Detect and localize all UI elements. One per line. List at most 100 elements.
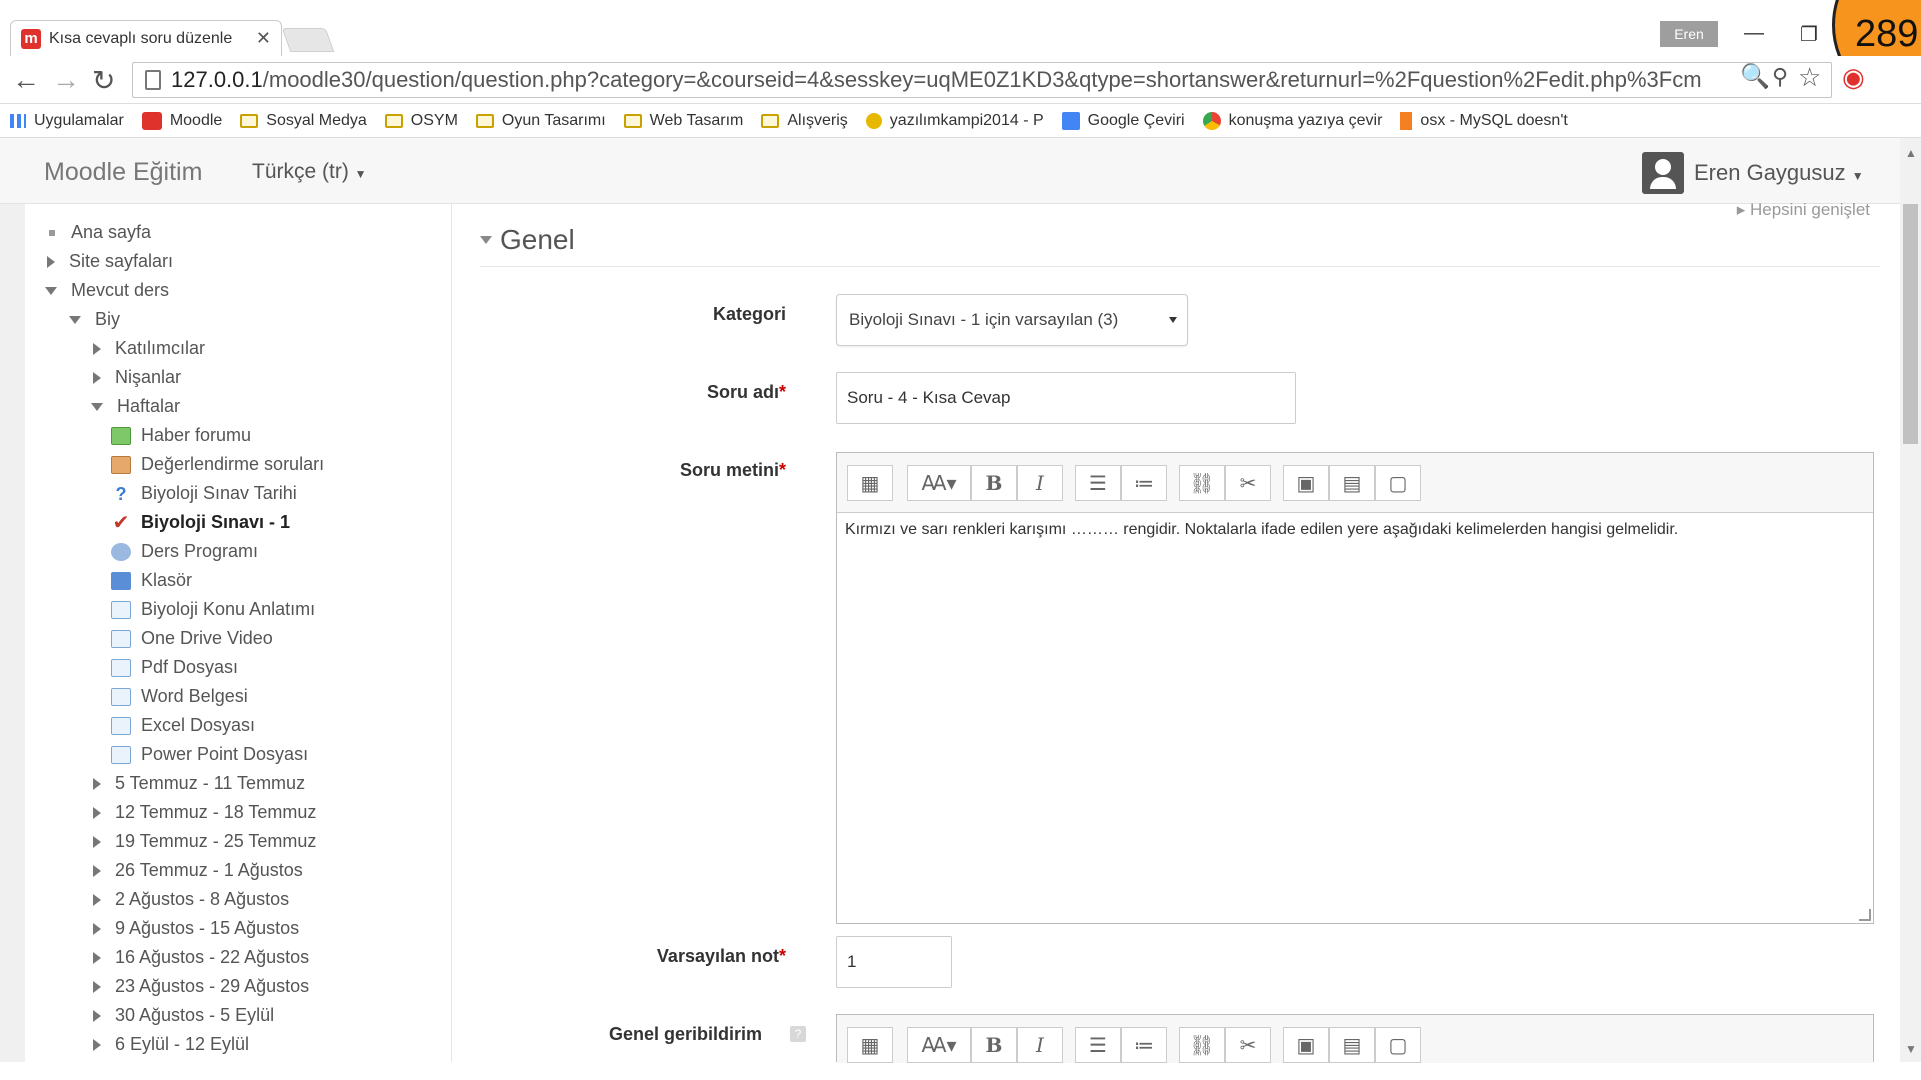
restore-icon[interactable]: ❐ — [1800, 22, 1818, 47]
language-menu[interactable]: Türkçe (tr) ▼ — [252, 160, 367, 184]
nav-week-section[interactable]: 30 Ağustos - 5 Eylül — [93, 1005, 274, 1026]
general-feedback-editor: ▦ Ꜳ▾ B I ☰ ≔ ⛓ ✂ ▣ ▤ ▢ — [836, 1014, 1874, 1063]
nav-activity[interactable]: Değerlendirme soruları — [111, 454, 324, 475]
nav-week-section[interactable]: 6 Eylül - 12 Eylül — [93, 1034, 249, 1055]
key-icon[interactable]: ⚲ — [1772, 64, 1788, 90]
question-name-input[interactable]: Soru - 4 - Kısa Cevap — [836, 372, 1296, 424]
nav-current-course[interactable]: Mevcut ders — [45, 280, 169, 301]
unordered-list-icon[interactable]: ☰ — [1075, 1027, 1121, 1063]
media-icon[interactable]: ▤ — [1329, 465, 1375, 501]
media-icon[interactable]: ▤ — [1329, 1027, 1375, 1063]
font-style-icon[interactable]: Ꜳ▾ — [907, 465, 971, 501]
opera-extension-icon[interactable]: ◉ — [1842, 62, 1865, 93]
scroll-down-icon[interactable]: ▼ — [1905, 1042, 1917, 1056]
forward-icon[interactable]: → — [52, 64, 80, 96]
category-select[interactable]: Biyoloji Sınavı - 1 için varsayılan (3) — [836, 294, 1188, 346]
image-icon[interactable]: ▣ — [1283, 1027, 1329, 1063]
minimize-icon[interactable]: — — [1744, 22, 1764, 45]
file-icon — [111, 629, 131, 648]
bullet-icon — [49, 229, 55, 236]
close-icon[interactable]: ✕ — [256, 28, 271, 49]
site-brand[interactable]: Moodle Eğitim — [44, 158, 202, 187]
nav-week-section[interactable]: 23 Ağustos - 29 Ağustos — [93, 976, 309, 997]
nav-week-section[interactable]: 19 Temmuz - 25 Temmuz — [93, 831, 316, 852]
link-icon[interactable]: ⛓ — [1179, 1027, 1225, 1063]
ordered-list-icon[interactable]: ≔ — [1121, 1027, 1167, 1063]
new-tab-button[interactable] — [281, 28, 335, 52]
browser-tab-active[interactable]: m Kısa cevaplı soru düzenle ✕ — [10, 20, 282, 56]
link-icon[interactable]: ⛓ — [1179, 465, 1225, 501]
unordered-list-icon[interactable]: ☰ — [1075, 465, 1121, 501]
nav-activity[interactable]: Power Point Dosyası — [111, 744, 308, 765]
expand-all-link[interactable]: ▸ Hepsini genişlet — [1737, 200, 1870, 220]
resize-handle-icon[interactable] — [1859, 909, 1871, 921]
bold-icon[interactable]: B — [971, 465, 1017, 501]
url-input[interactable]: 127.0.0.1/moodle30/question/question.php… — [132, 62, 1832, 98]
profile-chip[interactable]: Eren — [1660, 21, 1718, 47]
nav-week-section[interactable]: 2 Ağustos - 8 Ağustos — [93, 889, 289, 910]
italic-icon[interactable]: I — [1017, 465, 1063, 501]
toolbar-toggle-icon[interactable]: ▦ — [847, 1027, 893, 1063]
nav-activity[interactable]: One Drive Video — [111, 628, 273, 649]
folder-icon — [240, 113, 259, 128]
help-icon[interactable]: ? — [790, 1026, 806, 1042]
forum-icon — [111, 426, 131, 445]
nav-home[interactable]: Ana sayfa — [49, 222, 151, 243]
toolbar-toggle-icon[interactable]: ▦ — [847, 465, 893, 501]
manage-files-icon[interactable]: ▢ — [1375, 465, 1421, 501]
ordered-list-icon[interactable]: ≔ — [1121, 465, 1167, 501]
unlink-icon[interactable]: ✂ — [1225, 465, 1271, 501]
nav-activity[interactable]: ? Biyoloji Sınav Tarihi — [111, 483, 297, 504]
default-mark-label: Varsayılan not* — [656, 946, 786, 966]
bookmark-apps[interactable]: Uygulamalar — [10, 112, 124, 130]
nav-week-section[interactable]: 16 Ağustos - 22 Ağustos — [93, 947, 309, 968]
default-mark-input[interactable]: 1 — [836, 936, 952, 988]
reload-icon[interactable]: ↻ — [92, 64, 115, 97]
nav-week-section[interactable]: 9 Ağustos - 15 Ağustos — [93, 918, 299, 939]
nav-activity[interactable]: Ders Programı — [111, 541, 258, 562]
star-icon[interactable]: ☆ — [1798, 62, 1821, 93]
manage-files-icon[interactable]: ▢ — [1375, 1027, 1421, 1063]
bookmark-mysql[interactable]: osx - MySQL doesn't — [1400, 111, 1568, 130]
bold-icon[interactable]: B — [971, 1027, 1017, 1063]
nav-activity[interactable]: Word Belgesi — [111, 686, 248, 707]
nav-course[interactable]: Biy — [69, 309, 120, 330]
nav-activity[interactable]: Klasör — [111, 570, 192, 591]
user-menu[interactable]: Eren Gaygusuz ▼ — [1694, 160, 1864, 186]
image-icon[interactable]: ▣ — [1283, 465, 1329, 501]
bookmark-osym[interactable]: OSYM — [384, 112, 458, 130]
nav-activity[interactable]: Haber forumu — [111, 425, 251, 446]
italic-icon[interactable]: I — [1017, 1027, 1063, 1063]
nav-weeks[interactable]: Haftalar — [91, 396, 180, 417]
nav-badges[interactable]: Nişanlar — [93, 367, 181, 388]
unlink-icon[interactable]: ✂ — [1225, 1027, 1271, 1063]
bookmark-moodle[interactable]: Moodle — [141, 111, 222, 130]
question-text-area[interactable]: Kırmızı ve sarı renkleri karışımı ……… re… — [837, 513, 1873, 547]
nav-week-section[interactable]: 12 Temmuz - 18 Temmuz — [93, 802, 316, 823]
bookmark-shopping[interactable]: Alışveriş — [761, 112, 848, 130]
bookmark-social-media[interactable]: Sosyal Medya — [240, 112, 367, 130]
back-icon[interactable]: ← — [12, 64, 40, 96]
bookmark-speech-to-text[interactable]: konuşma yazıya çevir — [1202, 111, 1382, 130]
avatar[interactable] — [1642, 152, 1684, 194]
nav-activity[interactable]: Biyoloji Konu Anlatımı — [111, 599, 315, 620]
nav-week-section[interactable]: 5 Temmuz - 11 Temmuz — [93, 773, 305, 794]
font-style-icon[interactable]: Ꜳ▾ — [907, 1027, 971, 1063]
nav-activity[interactable]: Pdf Dosyası — [111, 657, 238, 678]
caret-down-icon — [69, 315, 81, 324]
nav-activity[interactable]: Excel Dosyası — [111, 715, 255, 736]
scrollbar-thumb[interactable] — [1903, 204, 1918, 444]
bookmark-web-design[interactable]: Web Tasarım — [623, 112, 743, 130]
section-header-general[interactable]: Genel — [480, 224, 575, 256]
nav-week-section[interactable]: 26 Temmuz - 1 Ağustos — [93, 860, 303, 881]
category-label: Kategori — [712, 304, 786, 324]
scroll-up-icon[interactable]: ▲ — [1905, 146, 1917, 160]
page-scrollbar[interactable]: ▲ ▼ — [1900, 138, 1921, 1062]
nav-participants[interactable]: Katılımcılar — [93, 338, 205, 359]
bookmark-google-translate[interactable]: Google Çeviri — [1061, 111, 1185, 130]
bookmark-game-design[interactable]: Oyun Tasarımı — [475, 112, 606, 130]
bookmark-yazilimkampi[interactable]: yazılımkampi2014 - P — [865, 112, 1044, 130]
nav-activity-active[interactable]: ✔ Biyoloji Sınavı - 1 — [111, 512, 290, 533]
nav-site-pages[interactable]: Site sayfaları — [47, 251, 173, 272]
zoom-icon[interactable]: 🔍 — [1740, 62, 1770, 91]
